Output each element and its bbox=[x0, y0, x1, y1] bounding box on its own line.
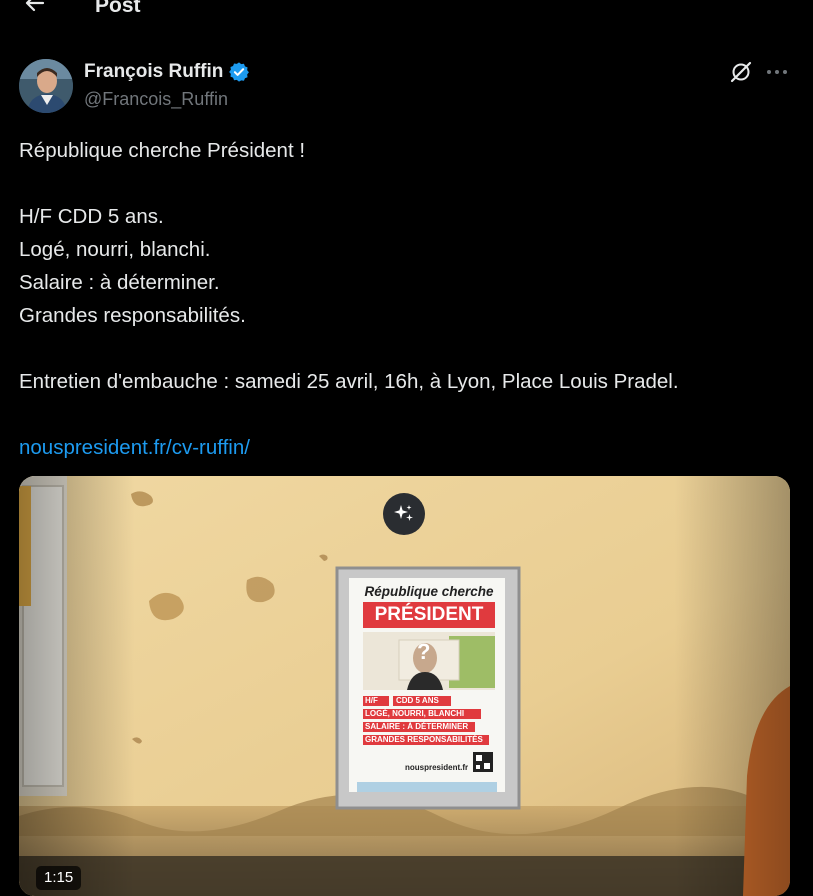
ai-badge-button[interactable] bbox=[383, 493, 425, 535]
poster-line-cdd: CDD 5 ANS bbox=[396, 696, 439, 705]
poster-line-hf: H/F bbox=[365, 696, 378, 705]
avatar[interactable] bbox=[19, 59, 73, 113]
video-frame bbox=[19, 476, 790, 896]
video-duration: 1:15 bbox=[36, 866, 82, 890]
verified-badge-icon bbox=[229, 62, 250, 82]
tweet-line: Logé, nourri, blanchi. bbox=[19, 238, 211, 261]
more-button[interactable] bbox=[762, 59, 792, 85]
poster-site: nouspresident.fr bbox=[405, 763, 469, 772]
page-title: Post bbox=[95, 0, 141, 17]
poster-question-mark: ? bbox=[417, 639, 431, 664]
grok-button[interactable] bbox=[728, 59, 754, 85]
tweet-line: Entretien d'embauche : samedi 25 avril, … bbox=[19, 370, 679, 393]
arrow-left-icon bbox=[25, 0, 45, 12]
grok-icon bbox=[730, 61, 752, 83]
tweet-line: H/F CDD 5 ans. bbox=[19, 205, 164, 228]
video-player[interactable]: République cherche PRÉSIDENT ? H/F CDD 5… bbox=[19, 476, 790, 896]
poster-line-grandes: GRANDES RESPONSABILITÉS bbox=[365, 735, 483, 744]
poster-title-main: PRÉSIDENT bbox=[374, 604, 484, 625]
top-bar: Post bbox=[0, 0, 813, 22]
tweet-line: République cherche Président ! bbox=[19, 139, 306, 162]
avatar-image bbox=[19, 59, 73, 113]
poster-title-top: République cherche bbox=[364, 584, 494, 599]
tweet-line: Grandes responsabilités. bbox=[19, 304, 246, 327]
author-handle[interactable]: @Francois_Ruffin bbox=[84, 87, 228, 111]
poster-line-loge: LOGÉ, NOURRI, BLANCHI bbox=[365, 709, 465, 718]
sparkles-icon bbox=[394, 505, 413, 521]
author-name-text: François Ruffin bbox=[84, 61, 224, 82]
author-name[interactable]: François Ruffin bbox=[84, 60, 250, 84]
tweet-text: République cherche Président ! H/F CDD 5… bbox=[19, 134, 799, 464]
tweet-link[interactable]: nouspresident.fr/cv-ruffin/ bbox=[19, 436, 250, 459]
tweet-line: Salaire : à déterminer. bbox=[19, 271, 220, 294]
poster-line-salaire: SALAIRE : À DÉTERMINER bbox=[365, 722, 469, 731]
more-horizontal-icon bbox=[767, 70, 787, 74]
back-button[interactable] bbox=[22, 0, 48, 18]
